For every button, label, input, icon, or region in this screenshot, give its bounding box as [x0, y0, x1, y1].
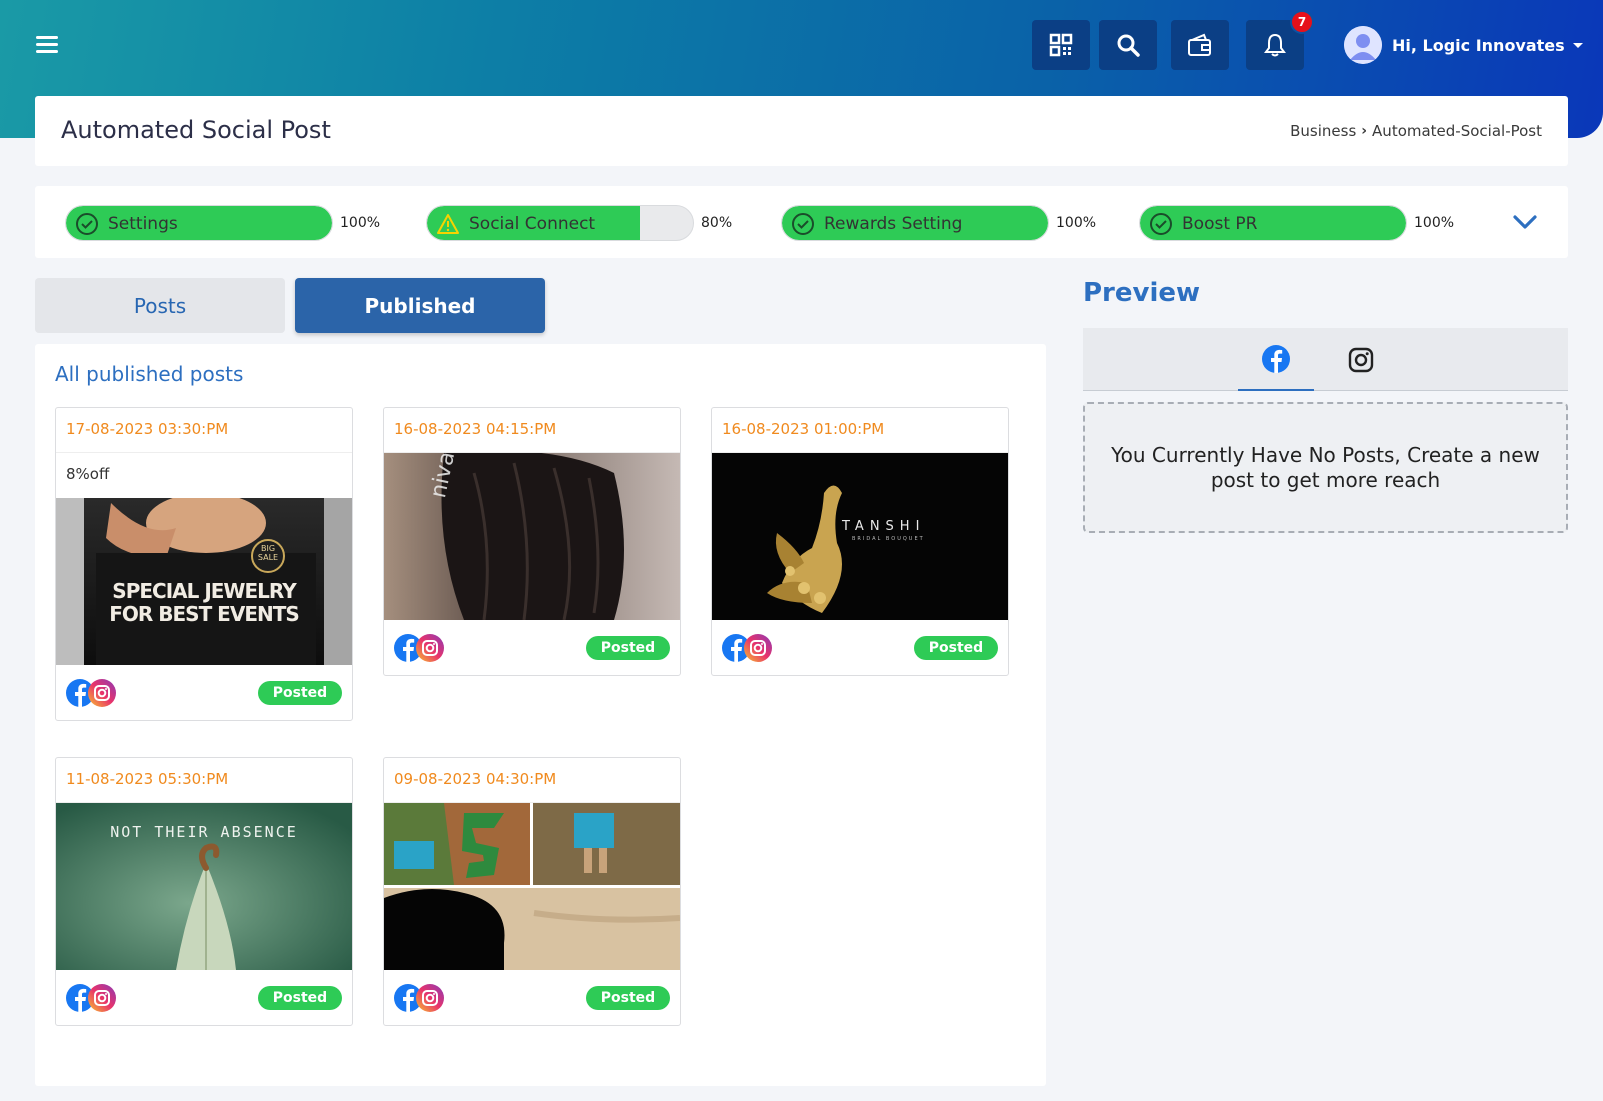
breadcrumb: Business › Automated-Social-Post: [1290, 122, 1542, 140]
check-circle-icon: [1150, 213, 1172, 235]
post-image-collage: [384, 803, 680, 970]
post-date: 17-08-2023 03:30:PM: [56, 408, 352, 453]
facebook-instagram-icons: [394, 634, 444, 662]
progress-social-connect[interactable]: Social Connect: [426, 205, 694, 241]
progress-label: Settings: [108, 214, 178, 234]
warning-icon: [437, 214, 459, 234]
breadcrumb-item-business[interactable]: Business: [1290, 122, 1356, 140]
published-posts-panel: All published posts 17-08-2023 03:30:PM …: [35, 344, 1046, 1086]
preview-tabs: [1083, 328, 1568, 391]
user-menu[interactable]: Hi, Logic Innovates: [1344, 26, 1583, 64]
progress-label: Social Connect: [469, 214, 596, 234]
wallet-button[interactable]: [1171, 20, 1229, 70]
post-date: 11-08-2023 05:30:PM: [56, 758, 352, 803]
progress-fill: [66, 206, 332, 240]
progress-percent: 100%: [340, 215, 381, 231]
menu-icon[interactable]: [36, 36, 58, 54]
chevron-right-icon: ›: [1361, 123, 1368, 139]
image-text: BIG SALE: [257, 544, 279, 562]
check-circle-icon: [76, 213, 98, 235]
status-badge: Posted: [914, 636, 998, 660]
facebook-instagram-icons: [722, 634, 772, 662]
image-text: NOT THEIR ABSENCE: [110, 823, 298, 841]
post-date: 16-08-2023 01:00:PM: [712, 408, 1008, 453]
preview-empty-state: You Currently Have No Posts, Create a ne…: [1083, 402, 1568, 533]
tab-instagram-preview[interactable]: [1323, 328, 1399, 391]
qr-code-icon: [1049, 33, 1073, 57]
chevron-down-icon: [1572, 42, 1583, 48]
progress-percent: 100%: [1056, 215, 1097, 231]
progress-percent: 80%: [701, 215, 733, 231]
status-badge: Posted: [586, 636, 670, 660]
post-card[interactable]: 16-08-2023 01:00:PM TANSHI BRIDAL BOUQUE…: [711, 407, 1009, 676]
search-button[interactable]: [1099, 20, 1157, 70]
post-image-jewelry: SPECIAL JEWELRY FOR BEST EVENTS BIG SALE: [56, 498, 352, 665]
image-text: SPECIAL JEWELRY FOR BEST EVENTS: [109, 579, 300, 626]
wallet-icon: [1188, 33, 1211, 56]
post-date: 16-08-2023 04:15:PM: [384, 408, 680, 453]
user-greeting: Hi, Logic Innovates: [1392, 35, 1565, 55]
bell-icon: [1264, 33, 1286, 57]
tab-facebook-preview[interactable]: [1238, 328, 1314, 391]
post-image-tanshi: TANSHI BRIDAL BOUQUET: [712, 453, 1008, 620]
preview-title: Preview: [1083, 278, 1201, 308]
post-footer: Posted: [56, 665, 352, 720]
tab-posts[interactable]: Posts: [35, 278, 285, 333]
qr-code-button[interactable]: [1032, 20, 1090, 70]
post-footer: Posted: [56, 970, 352, 1025]
post-card[interactable]: 09-08-2023 04:30:PM Posted: [383, 757, 681, 1026]
image-text: TANSHI: [842, 519, 926, 534]
progress-label: Rewards Setting: [824, 214, 963, 234]
search-icon: [1117, 34, 1140, 57]
tab-published[interactable]: Published: [295, 278, 545, 333]
progress-boost-pr[interactable]: Boost PR: [1139, 205, 1407, 241]
post-card[interactable]: 16-08-2023 04:15:PM nivah_weddin Posted: [383, 407, 681, 676]
progress-fill: [1140, 206, 1406, 240]
setup-progress-card: Settings 100% Social Connect 80% Rewards…: [35, 186, 1568, 258]
post-footer: Posted: [384, 620, 680, 675]
progress-settings[interactable]: Settings: [65, 205, 333, 241]
post-caption: 8%off: [66, 465, 110, 483]
post-card[interactable]: 17-08-2023 03:30:PM 8%off SPECIAL JEWELR…: [55, 407, 353, 721]
facebook-instagram-icons: [394, 984, 444, 1012]
image-text: BRIDAL BOUQUET: [852, 536, 925, 542]
post-image-leaf: NOT THEIR ABSENCE: [56, 803, 352, 970]
instagram-icon: [1348, 347, 1374, 372]
post-image-hair: nivah_weddin: [384, 453, 680, 620]
facebook-instagram-icons: [66, 984, 116, 1012]
status-badge: Posted: [258, 986, 342, 1010]
facebook-icon: [1262, 344, 1290, 373]
chevron-down-icon[interactable]: [1512, 212, 1538, 232]
status-badge: Posted: [586, 986, 670, 1010]
breadcrumb-item-current: Automated-Social-Post: [1372, 122, 1542, 140]
page-header-card: Automated Social Post Business › Automat…: [35, 96, 1568, 166]
user-avatar-icon: [1344, 26, 1382, 64]
post-footer: Posted: [712, 620, 1008, 675]
post-date: 09-08-2023 04:30:PM: [384, 758, 680, 803]
post-card[interactable]: 11-08-2023 05:30:PM NOT THEIR ABSENCE Po…: [55, 757, 353, 1026]
progress-percent: 100%: [1414, 215, 1455, 231]
list-title: All published posts: [55, 362, 244, 386]
progress-rewards-setting[interactable]: Rewards Setting: [781, 205, 1049, 241]
check-circle-icon: [792, 213, 814, 235]
notifications-button[interactable]: 7: [1246, 10, 1314, 70]
post-footer: Posted: [384, 970, 680, 1025]
facebook-instagram-icons: [66, 679, 116, 707]
notification-count-badge: 7: [1290, 10, 1314, 34]
page-title: Automated Social Post: [61, 116, 331, 144]
status-badge: Posted: [258, 681, 342, 705]
progress-label: Boost PR: [1182, 214, 1258, 234]
